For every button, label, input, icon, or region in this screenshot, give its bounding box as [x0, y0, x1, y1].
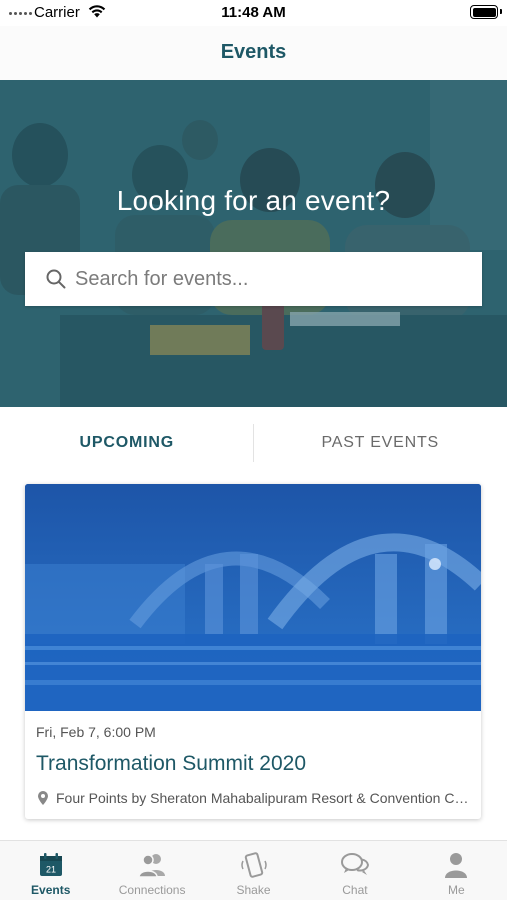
tabbar-label-chat: Chat — [342, 883, 368, 897]
tabbar-label-connections: Connections — [118, 883, 186, 897]
tabbar-item-connections[interactable]: Connections — [101, 841, 202, 900]
person-icon — [441, 850, 471, 880]
event-cover-image — [25, 484, 481, 711]
page-title: Events — [220, 41, 287, 63]
map-pin-icon — [36, 790, 50, 806]
event-location: Four Points by Sheraton Mahabalipuram Re… — [36, 790, 476, 806]
shake-phone-icon — [239, 850, 269, 880]
tabbar-item-me[interactable]: Me — [406, 841, 507, 900]
tabbar-item-chat[interactable]: Chat — [304, 841, 405, 900]
tabbar-item-shake[interactable]: Shake — [203, 841, 304, 900]
event-tabs: UPCOMING PAST EVENTS — [0, 407, 507, 479]
navigation-bar: Events — [0, 26, 507, 80]
status-bar: Carrier 11:48 AM — [0, 0, 507, 26]
search-box[interactable] — [25, 252, 482, 306]
battery-tip — [500, 9, 502, 14]
event-title[interactable]: Transformation Summit 2020 — [36, 752, 306, 776]
tab-divider — [253, 424, 254, 462]
bottom-tab-bar: 21 Events Connections Shake Chat Me — [0, 840, 507, 900]
tab-upcoming[interactable]: UPCOMING — [0, 407, 254, 479]
search-input[interactable] — [75, 267, 445, 291]
chat-bubbles-icon — [340, 850, 370, 880]
battery-fill — [472, 7, 496, 17]
hero-title: Looking for an event? — [116, 185, 391, 216]
tabbar-label-me: Me — [447, 883, 465, 897]
event-date: Fri, Feb 7, 6:00 PM — [36, 724, 156, 740]
tab-past-events[interactable]: PAST EVENTS — [254, 407, 507, 479]
tabbar-label-shake: Shake — [236, 883, 271, 897]
event-location-text: Four Points by Sheraton Mahabalipuram Re… — [56, 790, 472, 806]
event-card[interactable]: Fri, Feb 7, 6:00 PM Transformation Summi… — [25, 484, 481, 819]
tabbar-item-events[interactable]: 21 Events — [0, 841, 101, 900]
calendar-icon: 21 — [36, 850, 66, 880]
people-icon — [137, 850, 167, 880]
hero-overlay — [0, 80, 507, 407]
calendar-icon-day: 21 — [46, 865, 56, 875]
tabbar-label-events: Events — [31, 883, 71, 897]
hero-banner: Looking for an event? — [0, 80, 507, 407]
battery-icon — [470, 5, 498, 19]
search-icon — [45, 268, 67, 290]
status-time: 11:48 AM — [221, 4, 286, 21]
